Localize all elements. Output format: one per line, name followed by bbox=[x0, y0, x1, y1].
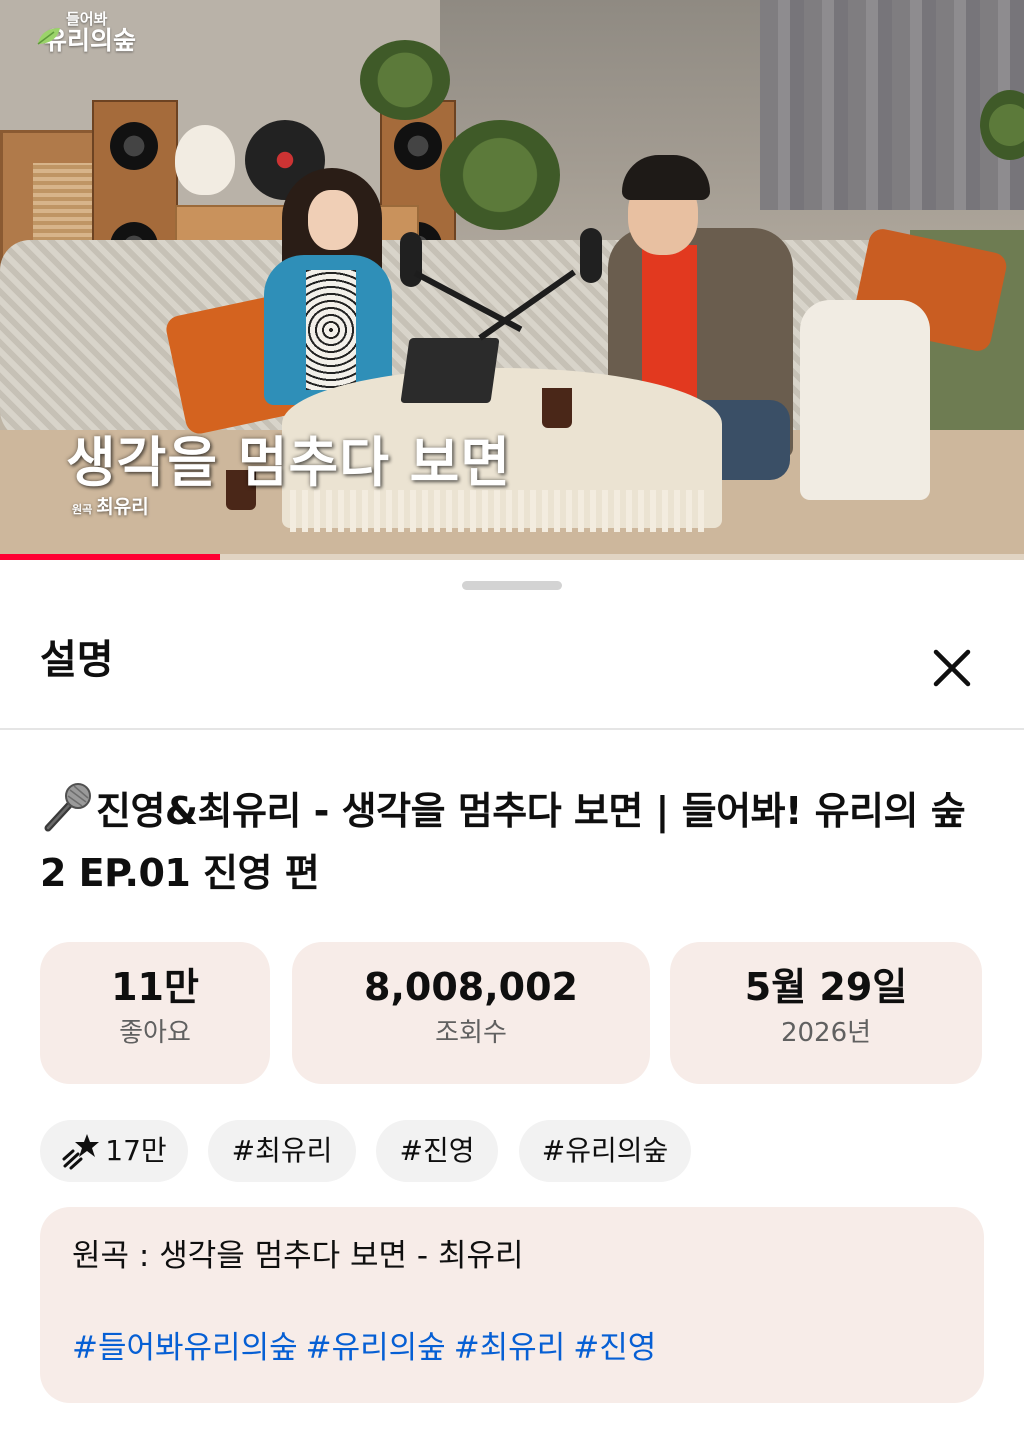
drag-handle[interactable] bbox=[462, 581, 562, 590]
leaf-icon bbox=[37, 28, 60, 45]
close-icon bbox=[933, 649, 971, 687]
background-plant bbox=[360, 40, 450, 120]
upload-date-value: 5월 29일 bbox=[744, 965, 908, 1009]
views-value: 8,008,002 bbox=[364, 965, 578, 1009]
video-progress-fill bbox=[0, 554, 221, 560]
video-progress-bar[interactable] bbox=[0, 554, 1024, 560]
supers-chip[interactable]: 17만 bbox=[40, 1120, 188, 1182]
description-hashtags: #들어봐유리의숲 #유리의숲 #최유리 #진영 bbox=[72, 1333, 664, 1364]
singer-woman-face bbox=[308, 190, 358, 250]
channel-logo: 들어봐 유리의숲 bbox=[36, 11, 136, 54]
description-text: 원곡 : 생각을 멈추다 보면 - 최유리 bbox=[72, 1238, 524, 1274]
upload-date-stat: 5월 29일 2026년 bbox=[670, 942, 982, 1084]
sheet-title: 설명 bbox=[40, 637, 114, 683]
hashtag-link[interactable]: #유리의숲 bbox=[306, 1330, 446, 1366]
header-divider bbox=[0, 728, 1024, 730]
description-box: 원곡 : 생각을 멈추다 보면 - 최유리 #들어봐유리의숲 #유리의숲 #최유리 #… bbox=[40, 1207, 984, 1403]
shooting-star-icon bbox=[62, 1134, 100, 1170]
tablet-device bbox=[400, 338, 500, 403]
original-tag: 원곡 bbox=[72, 503, 93, 516]
hashtag-link[interactable]: #진영 bbox=[573, 1330, 656, 1366]
views-stat: 8,008,002 조회수 bbox=[292, 942, 650, 1084]
likes-value: 11만 bbox=[111, 965, 199, 1009]
description-sheet: 설명 진영&최유리 - 생각을 멈추다 보면 | 들어봐! 유리의 숲2 EP.… bbox=[0, 562, 1024, 1430]
video-player[interactable]: 들어봐 유리의숲 생각을 멈추다 보면 원곡 최유리 bbox=[0, 0, 1024, 560]
microphone-icon bbox=[44, 783, 91, 832]
hashtag-chip[interactable]: #유리의숲 bbox=[519, 1120, 691, 1182]
background-lamp bbox=[175, 125, 235, 195]
hashtag-chip[interactable]: #진영 bbox=[376, 1120, 498, 1182]
hashtag-link[interactable]: #들어봐유리의숲 bbox=[72, 1330, 298, 1366]
white-throw-blanket bbox=[800, 300, 930, 500]
original-artist-caption: 원곡 최유리 bbox=[72, 492, 149, 519]
singer-woman-top bbox=[306, 270, 356, 390]
likes-label: 좋아요 bbox=[119, 1018, 191, 1048]
supers-count: 17만 bbox=[105, 1134, 167, 1167]
hashtag-link[interactable]: #최유리 bbox=[454, 1330, 566, 1366]
views-label: 조회수 bbox=[435, 1018, 507, 1048]
original-artist-name: 최유리 bbox=[96, 496, 149, 518]
upload-year-label: 2026년 bbox=[780, 1018, 872, 1048]
microphone-right bbox=[580, 228, 602, 283]
video-title: 진영&최유리 - 생각을 멈추다 보면 | 들어봐! 유리의 숲2 EP.01 … bbox=[40, 780, 984, 904]
song-caption: 생각을 멈추다 보면 bbox=[66, 431, 512, 494]
likes-stat: 11만 좋아요 bbox=[40, 942, 270, 1084]
close-button[interactable] bbox=[924, 640, 980, 696]
iced-coffee-cup bbox=[542, 388, 572, 428]
background-plant bbox=[440, 120, 560, 230]
video-title-text: 진영&최유리 - 생각을 멈추다 보면 | 들어봐! 유리의 숲2 EP.01 … bbox=[40, 789, 966, 895]
singer-man-hair bbox=[622, 155, 710, 200]
hashtag-chip[interactable]: #최유리 bbox=[208, 1120, 356, 1182]
